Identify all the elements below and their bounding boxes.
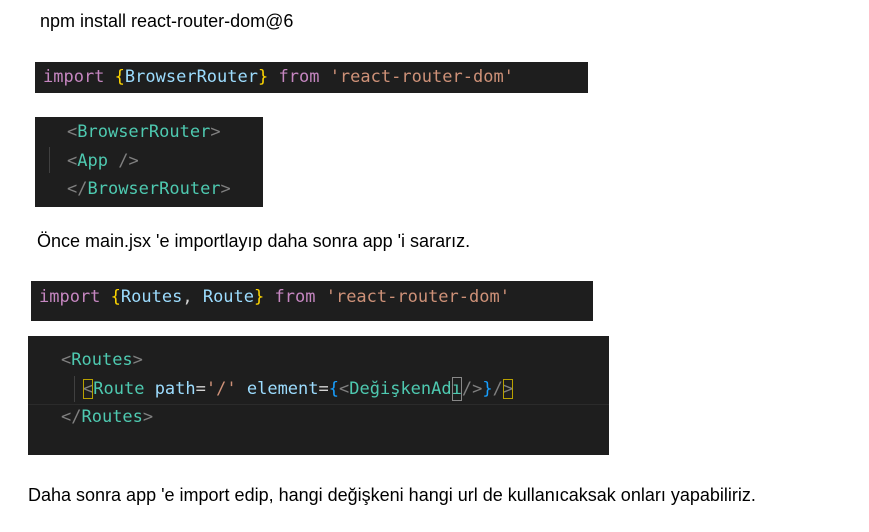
import-explanation-text: Daha sonra app 'e import edip, hangi değ… bbox=[28, 485, 756, 505]
import-keyword: import bbox=[39, 287, 101, 307]
path-value: '/' bbox=[205, 379, 237, 399]
tag-open-bracket: < bbox=[61, 350, 72, 370]
tag-close-bracket: > bbox=[220, 179, 231, 199]
browserrouter-tag: BrowserRouter bbox=[77, 122, 211, 142]
self-close-slash: / bbox=[492, 379, 503, 399]
routes-close-tag: Routes bbox=[81, 407, 143, 427]
browserrouter-close-tag: BrowserRouter bbox=[87, 179, 221, 199]
element-attribute: element bbox=[246, 379, 319, 399]
browserrouter-identifier: BrowserRouter bbox=[124, 67, 258, 87]
npm-install-text: npm install react-router-dom@6 bbox=[40, 11, 294, 31]
module-string: 'react-router-dom' bbox=[329, 67, 514, 87]
route-tag: Route bbox=[93, 379, 145, 399]
open-brace: { bbox=[110, 287, 121, 307]
import-keyword: import bbox=[43, 67, 105, 87]
tag-close-bracket: > bbox=[210, 122, 221, 142]
equals-sign: = bbox=[318, 379, 329, 399]
open-brace: { bbox=[114, 67, 125, 87]
tag-open-bracket: < bbox=[67, 122, 78, 142]
routes-tag: Routes bbox=[71, 350, 133, 370]
app-tag: App bbox=[77, 151, 108, 171]
tag-open-bracket: < bbox=[83, 379, 94, 399]
indent-guide bbox=[74, 376, 75, 402]
tag-close-bracket: > bbox=[132, 350, 143, 370]
browserrouter-jsx-code: <BrowserRouter> <App /> </BrowserRouter> bbox=[35, 117, 263, 207]
from-keyword: from bbox=[274, 287, 316, 307]
closing-tag-open: </ bbox=[61, 407, 82, 427]
module-string: 'react-router-dom' bbox=[325, 287, 510, 307]
close-brace: } bbox=[482, 379, 493, 399]
self-close-bracket: /> bbox=[461, 379, 483, 399]
import-browserrouter-code: import {BrowserRouter} from 'react-route… bbox=[35, 62, 588, 93]
route-identifier: Route bbox=[202, 287, 255, 307]
equals-sign: = bbox=[195, 379, 206, 399]
tag-close-bracket: > bbox=[502, 379, 514, 399]
closing-tag-open: </ bbox=[67, 179, 88, 199]
main-jsx-explanation-text: Önce main.jsx 'e importlayıp daha sonra … bbox=[37, 231, 471, 251]
routes-identifier: Routes bbox=[120, 287, 183, 307]
close-brace: } bbox=[257, 67, 269, 87]
from-keyword: from bbox=[278, 67, 320, 87]
indent-guide bbox=[49, 147, 50, 173]
import-routes-code: import {Routes, Route} from 'react-route… bbox=[31, 281, 593, 321]
degiskenadi-tag: DeğişkenAd bbox=[349, 379, 452, 399]
text-cursor: ı bbox=[451, 377, 462, 401]
path-attribute: path bbox=[154, 379, 196, 399]
close-brace: } bbox=[254, 287, 265, 307]
routes-jsx-code: <Routes> <Route path='/' element={<Değiş… bbox=[28, 336, 609, 455]
comma: , bbox=[182, 287, 203, 307]
tag-open-bracket: < bbox=[339, 379, 350, 399]
tag-open-bracket: < bbox=[67, 151, 78, 171]
self-close-bracket: /> bbox=[107, 151, 139, 171]
tag-close-bracket: > bbox=[142, 407, 154, 427]
open-brace: { bbox=[328, 379, 340, 399]
